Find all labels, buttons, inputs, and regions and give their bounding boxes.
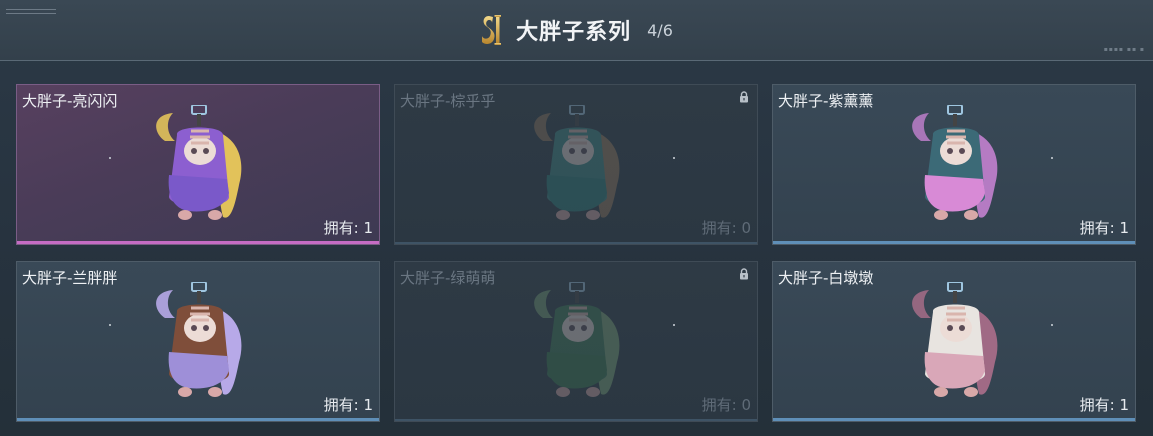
card-bottom-accent-line [395,242,757,244]
sparkle-decoration [673,324,675,326]
pendant-figure-image [912,282,998,397]
lock-icon [740,91,748,103]
sparkle-decoration [673,157,675,159]
owned-count: 拥有: 1 [1079,219,1129,237]
sparkle-decoration [109,157,111,159]
header-corner-text-decoration: ▪▪▪▪ ▪▪ ▪ [1103,46,1145,53]
card-item-name: 大胖子-绿萌萌 [400,269,496,287]
card-bottom-accent-line [17,418,379,421]
collection-card[interactable]: 大胖子-兰胖胖 拥有: 1 [16,261,380,422]
card-item-name: 大胖子-紫薰薰 [778,92,874,110]
pendant-figure-image [534,105,620,220]
pendant-figure-image [156,105,242,220]
card-item-name: 大胖子-白墩墩 [778,269,874,287]
pendant-figure-image [912,105,998,220]
collection-card[interactable]: 大胖子-紫薰薰 拥有: 1 [772,84,1136,245]
card-item-name: 大胖子-兰胖胖 [22,269,118,287]
sparkle-decoration [1051,157,1053,159]
owned-count: 拥有: 1 [323,396,373,414]
page-title: 大胖子系列 [516,20,632,45]
title-group: 大胖子系列 4/6 [0,12,1153,48]
pendant-figure-image [156,282,242,397]
collection-card[interactable]: 大胖子-白墩墩 拥有: 1 [772,261,1136,422]
collection-card[interactable]: 大胖子-绿萌萌 拥有: 0 [394,261,758,422]
owned-count: 拥有: 1 [323,219,373,237]
owned-count: 拥有: 0 [701,219,751,237]
sparkle-decoration [109,324,111,326]
owned-count: 拥有: 0 [701,396,751,414]
card-bottom-accent-line [17,241,379,244]
owned-count: 拥有: 1 [1079,396,1129,414]
card-bottom-accent-line [395,419,757,421]
card-item-name: 大胖子-棕乎乎 [400,92,496,110]
card-bottom-accent-line [773,418,1135,421]
card-item-name: 大胖子-亮闪闪 [22,92,118,110]
header-bar: 大胖子系列 4/6 ▪▪▪▪ ▪▪ ▪ [0,0,1153,61]
card-bottom-accent-line [773,241,1135,244]
lock-icon [740,268,748,280]
series-logo-icon [482,15,502,45]
collection-card[interactable]: 大胖子-棕乎乎 拥有: 0 [394,84,758,245]
collection-card[interactable]: 大胖子-亮闪闪 拥有: 1 [16,84,380,245]
sparkle-decoration [1051,324,1053,326]
pendant-figure-image [534,282,620,397]
collection-count: 4/6 [647,20,673,40]
